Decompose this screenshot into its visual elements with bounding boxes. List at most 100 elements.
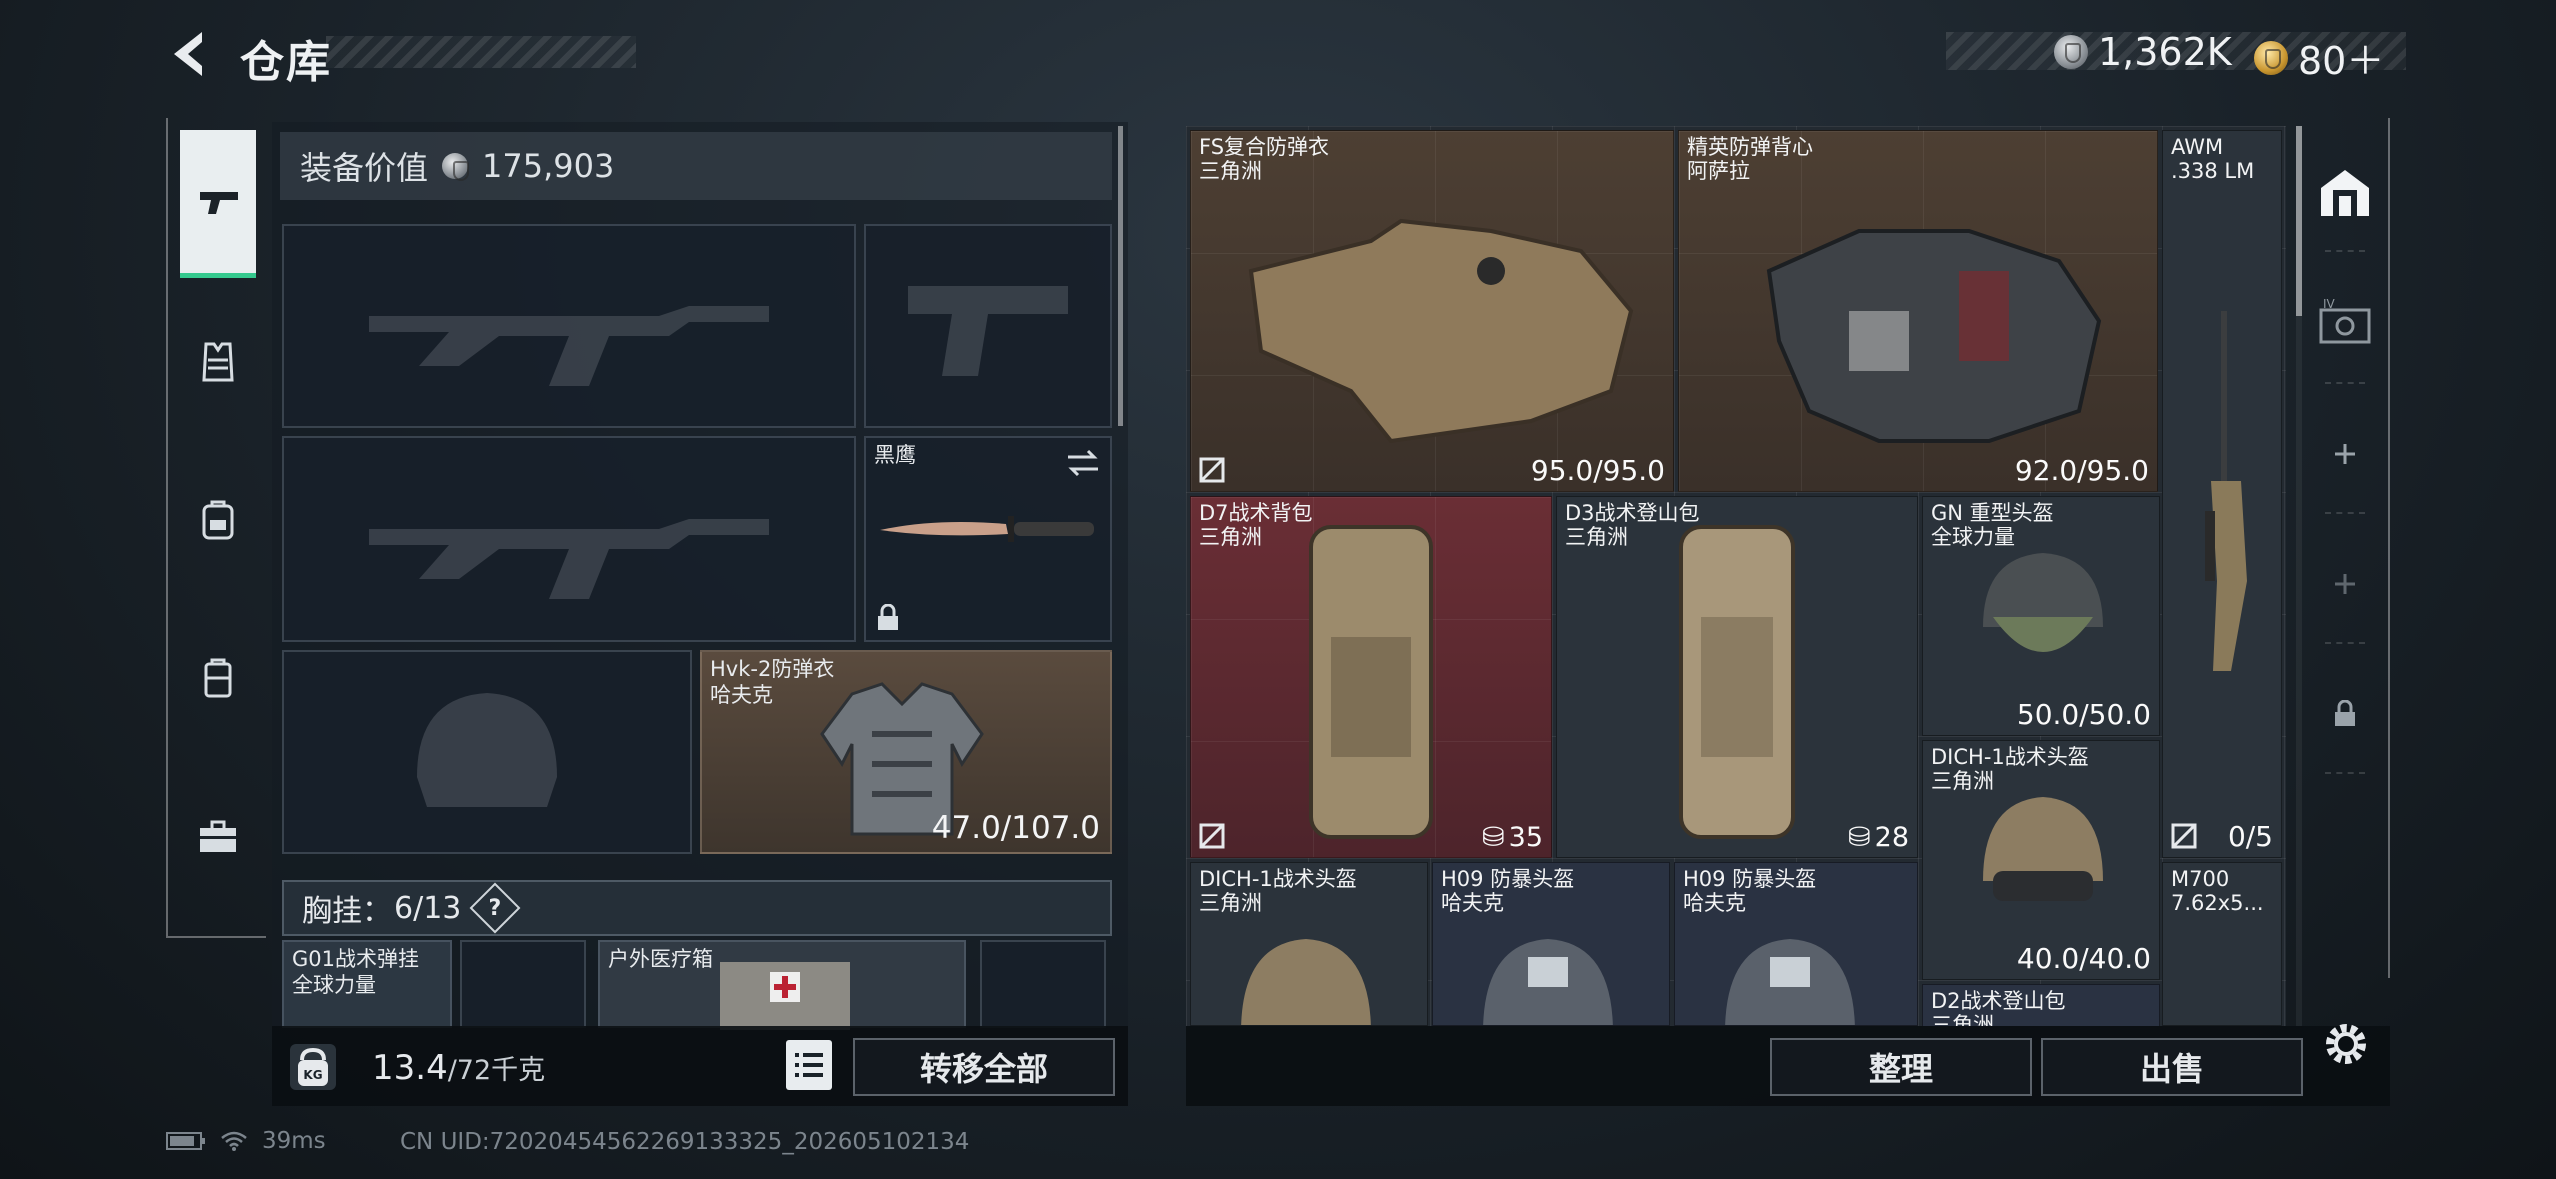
backpack-icon <box>1679 525 1795 839</box>
plus-icon <box>2335 574 2355 594</box>
sort-button[interactable]: 整理 <box>1770 1038 2032 1096</box>
add-stash-page-button[interactable] <box>2300 394 2390 514</box>
item-brand: 三角洲 <box>1199 891 1262 915</box>
stash-item[interactable]: 精英防弹背心 阿萨拉 92.0/95.0 <box>1678 130 2158 492</box>
sell-button[interactable]: 出售 <box>2041 1038 2303 1096</box>
list-view-button[interactable] <box>786 1040 832 1090</box>
stash-page-extension[interactable]: IV <box>2300 264 2390 384</box>
storage-expansion-icon: IV <box>2319 298 2371 344</box>
item-label: FS复合防弹衣 三角洲 <box>1199 135 1329 183</box>
silver-currency: 1,362K <box>2054 30 2232 74</box>
help-glyph: ? <box>488 895 502 921</box>
page-title: 仓库 <box>240 37 332 88</box>
category-rail <box>166 118 266 938</box>
stash-item[interactable]: DICH-1战术头盔 三角洲 <box>1190 862 1428 1026</box>
armor-vest-icon <box>1248 218 1634 444</box>
pistol-slot[interactable] <box>864 224 1112 428</box>
helmet-slot[interactable] <box>282 650 692 854</box>
pistol-icon <box>200 191 238 214</box>
case-icon <box>204 658 232 698</box>
stash-item[interactable]: H09 防暴头盔 哈夫克 <box>1674 862 1918 1026</box>
item-capacity: ⛁ 28 <box>1848 822 1909 853</box>
rig-empty-slot[interactable] <box>460 940 586 1028</box>
silver-coin-icon <box>2054 35 2088 69</box>
no-insurance-icon <box>1199 823 1225 849</box>
stash-item[interactable]: D3战术登山包 三角洲 ⛁ 28 <box>1556 496 1918 858</box>
gold-currency[interactable]: 80＋ <box>2254 30 2384 85</box>
category-weapons[interactable] <box>180 130 256 278</box>
helmet-icon <box>1241 939 1371 1025</box>
item-capacity: ⛁ 35 <box>1482 822 1543 853</box>
backpack-icon <box>202 500 234 540</box>
pistol-silhouette-icon <box>908 286 1068 376</box>
rig-item-label: G01战术弹挂 全球力量 <box>292 946 419 998</box>
help-icon[interactable]: ? <box>469 882 521 934</box>
add-stash-page-button[interactable] <box>2300 524 2390 644</box>
armor-slot[interactable]: Hvk-2防弹衣 哈夫克 47.0/107.0 <box>700 650 1112 854</box>
item-name: DICH-1战术头盔 <box>1199 867 1357 891</box>
rig-item-slot[interactable]: G01战术弹挂 全球力量 <box>282 940 452 1028</box>
stash-page-main[interactable] <box>2300 132 2390 252</box>
medkit-slot[interactable]: 户外医疗箱 <box>598 940 966 1030</box>
item-name: DICH-1战术头盔 <box>1931 745 2089 769</box>
list-icon <box>795 1053 823 1077</box>
item-brand: 三角洲 <box>1931 1013 1994 1026</box>
stash-item[interactable]: H09 防暴头盔 哈夫克 <box>1432 862 1670 1026</box>
stash-item[interactable]: M700 7.62x5... <box>2162 862 2282 1026</box>
stash-item[interactable]: D2战术登山包 三角洲 <box>1922 984 2160 1026</box>
weight-kg-icon: KG <box>290 1044 336 1090</box>
category-backpack[interactable] <box>180 446 256 594</box>
gear-icon <box>2326 1024 2366 1064</box>
equipment-value: 175,903 <box>482 147 615 185</box>
secondary-weapon-slot[interactable] <box>282 436 856 642</box>
armor-vest-icon <box>1766 229 2102 443</box>
category-container[interactable] <box>180 604 256 752</box>
gold-currency-value: 80＋ <box>2298 39 2385 83</box>
carry-weight: 13.4/72千克 <box>372 1048 545 1088</box>
backpack-icon <box>1309 525 1433 839</box>
helmet-icon <box>1983 797 2103 901</box>
item-capacity-value: 28 <box>1874 822 1909 853</box>
lock-icon <box>878 604 898 630</box>
equipment-value-label: 装备价值 <box>300 149 429 187</box>
item-name: 精英防弹背心 <box>1687 135 1813 159</box>
equipment-scrollbar[interactable] <box>1118 126 1123 426</box>
item-label: M700 7.62x5... <box>2171 867 2264 915</box>
item-name: AWM <box>2171 135 2224 159</box>
stash-item[interactable]: DICH-1战术头盔 三角洲 40.0/40.0 <box>1922 740 2160 980</box>
item-brand: 哈夫克 <box>1683 891 1746 915</box>
capacity-icon: ⛁ <box>1482 822 1505 853</box>
item-name: H09 防暴头盔 <box>1683 867 1817 891</box>
category-toolbox[interactable] <box>180 762 256 910</box>
rig-item-brand: 全球力量 <box>292 973 376 997</box>
item-durability: 50.0/50.0 <box>2016 698 2151 731</box>
stash-item[interactable]: FS复合防弹衣 三角洲 95.0/95.0 <box>1190 130 1674 492</box>
chest-rig-bar[interactable]: 胸挂： 6/13 ? <box>282 880 1112 936</box>
stash-item[interactable]: AWM .338 LM 0/5 <box>2162 130 2282 858</box>
back-button[interactable] <box>166 28 212 80</box>
rig-item-name: G01战术弹挂 <box>292 947 419 971</box>
melee-name: 黑鹰 <box>874 443 916 467</box>
battery-icon <box>166 1132 205 1150</box>
locked-stash-page[interactable] <box>2300 654 2390 774</box>
helmet-silhouette-icon <box>417 693 557 807</box>
silver-currency-value: 1,362K <box>2098 30 2232 74</box>
stash-item[interactable]: D7战术背包 三角洲 ⛁ 35 <box>1190 496 1552 858</box>
item-label: AWM .338 LM <box>2171 135 2254 183</box>
stash-item[interactable]: GN 重型头盔 全球力量 50.0/50.0 <box>1922 496 2160 736</box>
item-brand: 7.62x5... <box>2171 891 2264 915</box>
rig-label: 胸挂： <box>302 894 392 929</box>
kettlebell-icon: KG <box>298 1047 328 1086</box>
melee-slot[interactable]: 黑鹰 <box>864 436 1112 642</box>
rig-capacity: 6/13 <box>394 890 462 926</box>
settings-button[interactable] <box>2318 1016 2374 1072</box>
rig-empty-slot[interactable] <box>980 940 1106 1028</box>
stash-page-rail: IV <box>2300 118 2390 978</box>
swap-icon[interactable] <box>1066 448 1100 478</box>
item-capacity-value: 35 <box>1508 822 1543 853</box>
item-label: D2战术登山包 三角洲 <box>1931 989 2066 1026</box>
primary-weapon-slot[interactable] <box>282 224 856 428</box>
item-brand: 阿萨拉 <box>1687 159 1750 183</box>
category-armor[interactable] <box>180 288 256 436</box>
transfer-all-button[interactable]: 转移全部 <box>853 1038 1115 1096</box>
